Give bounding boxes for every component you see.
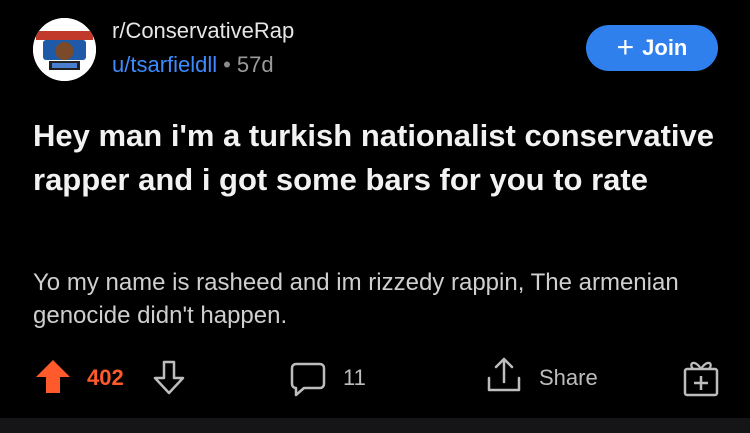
post-title[interactable]: Hey man i'm a turkish nationalist conser…	[33, 114, 723, 202]
subreddit-avatar-image	[33, 18, 96, 81]
post-card: r/ConservativeRap u/tsarfieldll • 57d + Jo…	[0, 0, 750, 418]
action-bar: 402 11 Share	[0, 352, 750, 402]
bottom-divider	[0, 418, 750, 433]
comment-count[interactable]: 11	[343, 365, 366, 391]
comment-bubble-icon[interactable]	[288, 358, 328, 398]
award-gift-icon[interactable]	[681, 357, 721, 397]
post-meta: u/tsarfieldll • 57d	[112, 52, 274, 78]
join-button[interactable]: + Join	[586, 25, 718, 71]
join-button-label: Join	[642, 35, 688, 60]
plus-icon: +	[616, 31, 635, 64]
author-link[interactable]: u/tsarfieldll	[112, 52, 217, 77]
vote-score: 402	[87, 365, 124, 390]
share-button[interactable]: Share	[539, 365, 598, 391]
post-age: 57d	[236, 52, 274, 77]
meta-separator: •	[223, 52, 231, 77]
share-icon[interactable]	[483, 354, 525, 396]
subreddit-name[interactable]: r/ConservativeRap	[112, 18, 294, 44]
downvote-arrow-icon[interactable]	[150, 358, 188, 398]
upvote-arrow-icon[interactable]	[33, 357, 73, 397]
post-body[interactable]: Yo my name is rasheed and im rizzedy rap…	[33, 266, 733, 332]
subreddit-avatar[interactable]	[33, 18, 96, 81]
